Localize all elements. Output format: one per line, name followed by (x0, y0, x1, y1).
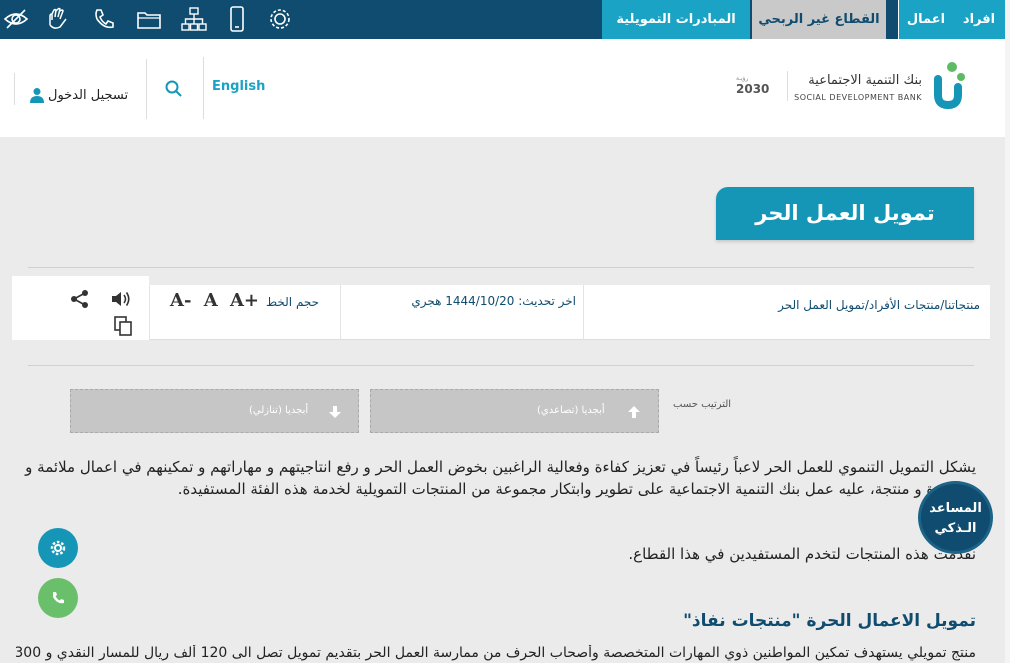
page-title: تمويل العمل الحر (716, 187, 974, 240)
font-reset-button[interactable]: A (204, 290, 218, 311)
assistant-label-line1: المساعد (929, 501, 982, 516)
tab-nonprofit[interactable]: القطاع غير الربحي (752, 0, 886, 39)
tab-individuals[interactable]: افراد (953, 0, 1005, 39)
sort-descending-label: أبجديا (تنازلي) (249, 405, 309, 416)
share-icon[interactable] (69, 288, 91, 310)
eye-slash-icon[interactable] (2, 5, 30, 33)
contact-phone-button[interactable] (38, 578, 78, 618)
vision-2030-logo: رؤيـة 2030 (736, 75, 770, 96)
sort-label: الترتيب حسب (673, 399, 732, 410)
gear-icon[interactable] (266, 5, 294, 33)
bank-name-en: SOCIAL DEVELOPMENT BANK (794, 93, 922, 102)
sort-ascending-button[interactable]: أبجديا (تصاعدي) (370, 389, 659, 433)
product-description: منتج تمويلي يستهدف تمكين المواطنين ذوي ا… (16, 645, 976, 661)
font-decrease-button[interactable]: A- (170, 290, 191, 311)
phone-icon (53, 592, 64, 604)
arrow-down-icon (329, 406, 341, 418)
bank-logo[interactable]: بنك التنمية الاجتماعية SOCIAL DEVELOPMEN… (790, 55, 970, 111)
assistant-label-line2: الـذكي (934, 521, 977, 536)
divider (340, 285, 341, 340)
divider (146, 59, 147, 119)
sort-ascending-label: أبجديا (تصاعدي) (537, 405, 605, 416)
section-subtitle: تمويل الاعمال الحرة "منتجات نفاذ" (683, 611, 976, 631)
smart-assistant-button[interactable]: المساعد الـذكي (918, 481, 993, 554)
divider (583, 285, 584, 340)
mobile-icon[interactable] (223, 5, 251, 33)
scrollbar[interactable] (1005, 0, 1010, 663)
products-paragraph: نقدمت هذه المنتجات لتخدم المستفيدين في ه… (628, 545, 976, 563)
font-increase-button[interactable]: A+ (230, 290, 259, 311)
speaker-icon[interactable] (110, 288, 132, 310)
divider (203, 57, 204, 119)
tab-business[interactable]: اعمال (898, 0, 953, 39)
divider (28, 267, 974, 268)
tab-initiatives[interactable]: المبادرات التمويلية (602, 0, 750, 39)
sign-language-icon[interactable] (44, 5, 72, 33)
divider (787, 71, 788, 101)
sitemap-icon[interactable] (180, 5, 208, 33)
login-label: تسجيل الدخول (48, 87, 129, 103)
bank-logo-icon (934, 62, 965, 109)
bank-name-ar: بنك التنمية الاجتماعية (808, 73, 922, 88)
login-link[interactable]: تسجيل الدخول (30, 87, 128, 103)
breadcrumb[interactable]: منتجاتنا/منتجات الأفراد/تمويل العمل الحر (778, 298, 980, 312)
site-header: تسجيل الدخول English رؤيـة 2030 بنك التنم… (0, 39, 1005, 137)
divider (28, 365, 974, 366)
font-size-label: حجم الخط (266, 295, 320, 309)
accessibility-settings-button[interactable] (38, 528, 78, 568)
search-icon[interactable] (164, 79, 184, 99)
sort-descending-button[interactable]: أبجديا (تنازلي) (70, 389, 359, 433)
top-navigation-bar: المبادرات التمويلية القطاع غير الربحي اع… (0, 0, 1010, 39)
last-updated: اخر تحديث: 1444/10/20 هجري (411, 294, 576, 308)
font-size-controls: A- A A+ (170, 290, 265, 311)
gear-icon (50, 540, 66, 556)
folder-icon[interactable] (135, 5, 163, 33)
language-link[interactable]: English (212, 79, 265, 94)
user-icon (30, 88, 44, 103)
copy-icon[interactable] (113, 315, 135, 337)
intro-paragraph: يشكل التمويل التنموي للعمل الحر لاعباً ر… (25, 458, 976, 498)
divider (14, 73, 15, 105)
arrow-up-icon (628, 406, 640, 418)
divider (149, 285, 150, 340)
phone-icon[interactable] (90, 5, 118, 33)
